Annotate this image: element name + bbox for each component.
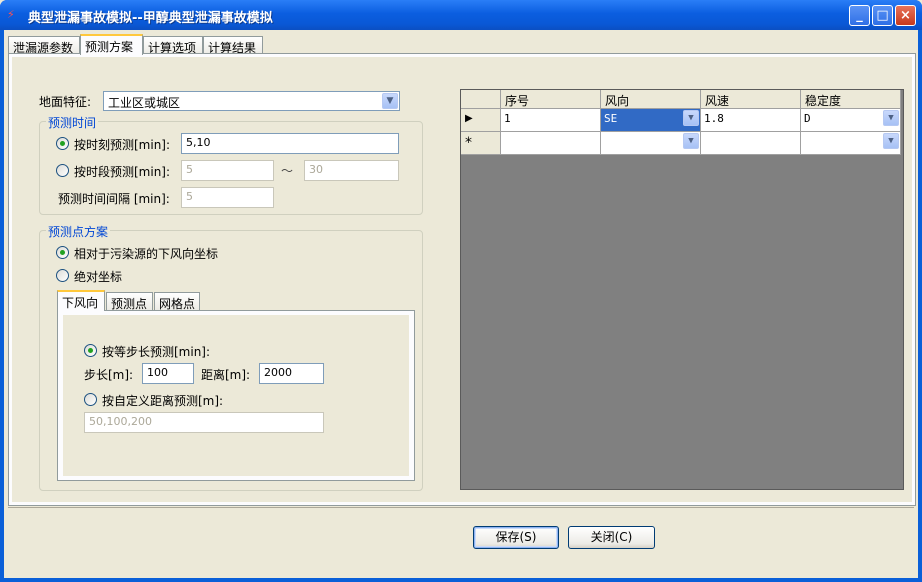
save-button[interactable]: 保存(S) (473, 526, 559, 549)
step-input[interactable]: 100 (142, 363, 194, 384)
moment-label: 按时刻预测[min]: (74, 138, 171, 152)
absolute-coord-label: 绝对坐标 (74, 270, 123, 284)
window-client-area: 泄漏源参数 预测方案 计算选项 计算结果 地面特征: 工业区或城区 ▼ 预测时间… (4, 30, 918, 578)
chevron-down-icon[interactable]: ▼ (683, 110, 699, 126)
title-bar[interactable]: ⚡ 典型泄漏事故模拟--甲醇典型泄漏事故模拟 _ □ × (0, 0, 922, 30)
minimize-button[interactable]: _ (849, 5, 870, 26)
weather-grid: 序号 风向 风速 稳定度 ▶ 1 SE ▼ 1.8 D ▼ * ▼ ▼ (460, 89, 904, 490)
equal-step-radio[interactable] (84, 344, 97, 357)
interval-input[interactable]: 5 (181, 187, 274, 208)
prediction-plan-page: 地面特征: 工业区或城区 ▼ 预测时间 按时刻预测[min]: 5,10 按时段… (8, 53, 916, 506)
close-button[interactable]: 关闭(C) (568, 526, 655, 549)
cell-stability[interactable]: D ▼ (801, 109, 901, 132)
new-cell-wind-speed[interactable] (701, 132, 801, 155)
window-title: 典型泄漏事故模拟--甲醇典型泄漏事故模拟 (28, 11, 273, 26)
relative-coord-label: 相对于污染源的下风向坐标 (74, 247, 219, 261)
downwind-content: 按等步长预测[min]: 步长[m]: 100 距离[m]: 2000 按自定义… (63, 315, 409, 476)
subtab-grid-points[interactable]: 网格点 (154, 292, 200, 311)
cell-seq[interactable]: 1 (501, 109, 601, 132)
interval-label: 预测时间间隔 [min]: (58, 192, 170, 206)
new-cell-stability[interactable]: ▼ (801, 132, 901, 155)
prediction-point-title: 预测点方案 (46, 223, 111, 240)
main-window: ⚡ 典型泄漏事故模拟--甲醇典型泄漏事故模拟 _ □ × 泄漏源参数 预测方案 … (0, 0, 922, 582)
chevron-down-icon[interactable]: ▼ (883, 133, 899, 149)
absolute-coord-radio[interactable] (56, 269, 69, 282)
terrain-select[interactable]: 工业区或城区 ▼ (103, 91, 400, 111)
downwind-page: 按等步长预测[min]: 步长[m]: 100 距离[m]: 2000 按自定义… (57, 310, 415, 481)
moment-radio[interactable] (56, 137, 69, 150)
row-selector-current[interactable]: ▶ (461, 109, 501, 132)
tab-leak-source[interactable]: 泄漏源参数 (8, 36, 80, 55)
period-from-input[interactable]: 5 (181, 160, 274, 181)
maximize-button[interactable]: □ (872, 5, 893, 26)
cell-wind-speed[interactable]: 1.8 (701, 109, 801, 132)
grid-corner (461, 90, 501, 109)
new-cell-seq[interactable] (501, 132, 601, 155)
cell-stability-value: D (804, 112, 811, 125)
tilde-separator: ～ (281, 164, 294, 178)
custom-distance-radio[interactable] (84, 393, 97, 406)
moment-input[interactable]: 5,10 (181, 133, 399, 154)
subtab-predict-points[interactable]: 预测点 (106, 292, 153, 311)
chevron-down-icon[interactable]: ▼ (683, 133, 699, 149)
prediction-point-group: 预测点方案 相对于污染源的下风向坐标 绝对坐标 下风向 预测点 网格点 按等步长… (39, 223, 423, 491)
row-selector-new[interactable]: * (461, 132, 501, 155)
grid-header-stability[interactable]: 稳定度 (801, 90, 901, 109)
chevron-down-icon[interactable]: ▼ (382, 93, 398, 109)
prediction-time-group: 预测时间 按时刻预测[min]: 5,10 按时段预测[min]: 5 ～ 30… (39, 114, 423, 215)
custom-distance-label: 按自定义距离预测[m]: (102, 394, 224, 408)
step-label: 步长[m]: (84, 368, 134, 382)
cell-wind-dir-value: SE (604, 112, 618, 125)
subtab-downwind[interactable]: 下风向 (57, 290, 105, 311)
tab-calc-options[interactable]: 计算选项 (143, 36, 203, 55)
grid-header-wind-dir[interactable]: 风向 (601, 90, 701, 109)
tab-calc-results[interactable]: 计算结果 (203, 36, 263, 55)
prediction-plan-content: 地面特征: 工业区或城区 ▼ 预测时间 按时刻预测[min]: 5,10 按时段… (12, 57, 912, 502)
custom-distance-input[interactable]: 50,100,200 (84, 412, 324, 433)
equal-step-label: 按等步长预测[min]: (102, 345, 211, 359)
terrain-label: 地面特征: (39, 95, 92, 109)
period-label: 按时段预测[min]: (74, 165, 171, 179)
grid-header-seq[interactable]: 序号 (501, 90, 601, 109)
new-cell-wind-dir[interactable]: ▼ (601, 132, 701, 155)
chevron-down-icon[interactable]: ▼ (883, 110, 899, 126)
divider (8, 507, 914, 508)
close-window-button[interactable]: × (895, 5, 916, 26)
distance-label: 距离[m]: (201, 368, 251, 382)
prediction-time-title: 预测时间 (46, 114, 99, 131)
cell-wind-dir[interactable]: SE ▼ (601, 109, 701, 132)
app-icon: ⚡ (7, 8, 15, 21)
grid-header-wind-speed[interactable]: 风速 (701, 90, 801, 109)
relative-coord-radio[interactable] (56, 246, 69, 259)
tab-prediction-plan[interactable]: 预测方案 (80, 34, 143, 55)
terrain-value: 工业区或城区 (108, 96, 181, 110)
period-radio[interactable] (56, 164, 69, 177)
distance-input[interactable]: 2000 (259, 363, 324, 384)
period-to-input[interactable]: 30 (304, 160, 399, 181)
